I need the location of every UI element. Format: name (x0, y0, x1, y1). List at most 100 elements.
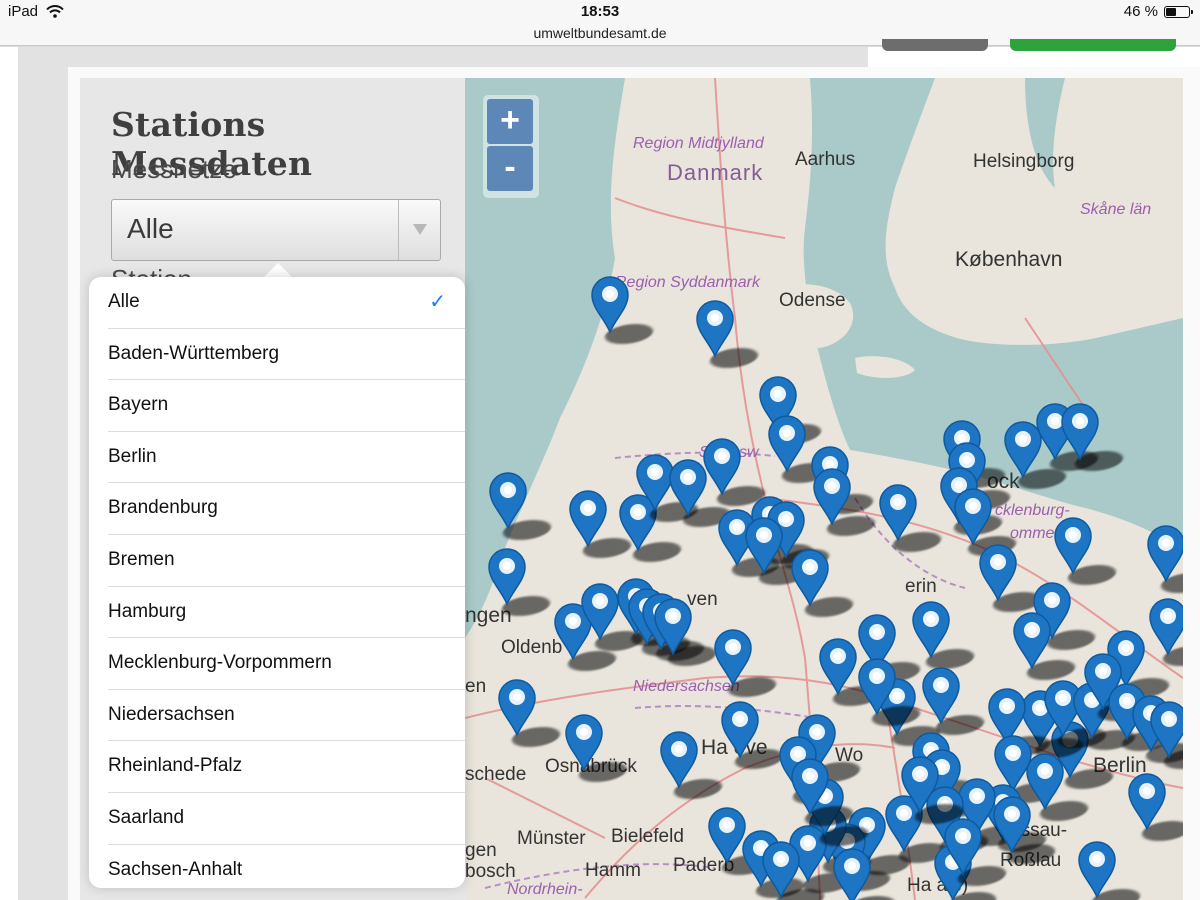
station-map[interactable]: Region Midtjylland Aarhus Danmark Helsin… (465, 78, 1183, 900)
station-marker-icon[interactable] (1060, 401, 1100, 461)
station-marker-icon[interactable] (790, 756, 830, 816)
dropdown-option[interactable]: Brandenburg (108, 483, 465, 535)
station-marker-icon[interactable] (992, 794, 1032, 854)
dropdown-option[interactable]: Mecklenburg-Vorpommern (108, 638, 465, 690)
chevron-down-icon[interactable] (398, 200, 440, 260)
station-marker-icon[interactable] (1148, 596, 1183, 656)
station-marker-icon[interactable] (713, 627, 753, 687)
station-marker-icon[interactable] (812, 466, 852, 526)
status-bar: iPad 18:53 46 % (0, 0, 1200, 24)
option-label: Saarland (108, 806, 185, 828)
option-label: Alle (108, 291, 140, 312)
station-marker-icon[interactable] (564, 712, 604, 772)
network-select-value[interactable]: Alle (127, 213, 174, 245)
checkmark-icon: ✓ (429, 291, 446, 313)
station-marker-icon[interactable] (818, 636, 858, 696)
header-button-grey[interactable] (882, 39, 988, 51)
station-marker-icon[interactable] (900, 754, 940, 814)
dropdown-option[interactable]: Baden-Württemberg (108, 329, 465, 381)
map-label-kobenhavn: København (955, 248, 1063, 271)
dropdown-option[interactable]: Rheinland-Pfalz (108, 741, 465, 793)
option-label: Rheinland-Pfalz (108, 755, 243, 777)
station-label: Station (111, 264, 192, 278)
station-marker-icon[interactable] (590, 274, 630, 334)
map-label-helsingborg: Helsingborg (973, 151, 1075, 172)
option-label: Mecklenburg-Vorpommern (108, 652, 332, 674)
option-label: Bremen (108, 548, 175, 570)
station-marker-icon[interactable] (653, 596, 693, 656)
option-label: Berlin (108, 445, 157, 467)
network-label: Messnetze (111, 154, 237, 184)
station-marker-icon[interactable] (695, 298, 735, 358)
station-marker-icon[interactable] (832, 846, 872, 900)
option-label: Baden-Württemberg (108, 342, 280, 364)
map-label-nordrhein: Nordrhein- (507, 881, 583, 898)
dropdown-option[interactable]: Hamburg (108, 587, 465, 639)
battery-icon (1164, 5, 1193, 18)
battery-percentage: 46 % (1123, 3, 1158, 20)
dropdown-option[interactable]: Niedersachsen (108, 690, 465, 742)
map-label-gen: gen (465, 840, 497, 861)
map-label-skane: Skåne län (1080, 201, 1152, 218)
url-domain[interactable]: umweltbundesamt.de (533, 25, 666, 41)
map-label-schede: schede (465, 764, 527, 785)
station-marker-icon[interactable] (1146, 523, 1183, 583)
dropdown-option[interactable]: Bayern (108, 380, 465, 432)
dropdown-option[interactable]: Saarland (108, 793, 465, 845)
station-marker-icon[interactable] (921, 665, 961, 725)
option-label: Hamburg (108, 600, 187, 622)
map-label-munster: Münster (517, 828, 586, 849)
station-marker-icon[interactable] (761, 839, 801, 899)
dropdown-option[interactable]: Sachsen-Anhalt (108, 845, 465, 888)
option-label: Bayern (108, 394, 169, 416)
clock: 18:53 (580, 3, 620, 20)
station-marker-icon[interactable] (878, 482, 918, 542)
map-label-region-midtjylland: Region Midtjylland (633, 135, 764, 152)
station-marker-icon[interactable] (978, 542, 1018, 602)
station-marker-icon[interactable] (1053, 515, 1093, 575)
station-marker-icon[interactable] (953, 486, 993, 546)
station-marker-icon[interactable] (702, 436, 742, 496)
station-marker-icon[interactable] (911, 599, 951, 659)
map-label-hamm: Hamm (585, 860, 641, 881)
battery-fill (1166, 7, 1177, 16)
option-label: Niedersachsen (108, 703, 235, 725)
network-dropdown: Alle ✓ Baden-Württemberg Bayern Berlin Br… (89, 277, 465, 888)
status-right: 46 % (1123, 3, 1193, 20)
zoom-control: + - (483, 95, 539, 198)
header-button-green[interactable] (1010, 39, 1176, 51)
station-marker-icon[interactable] (659, 729, 699, 789)
station-marker-icon[interactable] (857, 656, 897, 716)
dropdown-option[interactable]: Bremen (108, 535, 465, 587)
option-label: Sachsen-Anhalt (108, 858, 243, 880)
map-label-danmark: Danmark (667, 160, 764, 185)
station-marker-icon[interactable] (497, 677, 537, 737)
map-label-bielefeld: Bielefeld (611, 826, 684, 847)
station-marker-icon[interactable] (487, 546, 527, 606)
option-label: Brandenburg (108, 497, 218, 519)
popover-arrow (264, 263, 292, 277)
station-marker-icon[interactable] (1012, 610, 1052, 670)
map-label-region-syddanmark: Region Syddanmark (615, 274, 760, 291)
station-marker-icon[interactable] (744, 515, 784, 575)
station-marker-icon[interactable] (1149, 699, 1183, 759)
station-marker-icon[interactable] (1077, 839, 1117, 899)
map-label-bosch: bosch (465, 861, 516, 882)
map-label-schwerin: erin (905, 576, 937, 597)
station-marker-icon[interactable] (767, 413, 807, 473)
dropdown-option[interactable]: Alle ✓ (108, 277, 465, 329)
station-marker-icon[interactable] (790, 547, 830, 607)
station-marker-icon[interactable] (943, 816, 983, 876)
station-marker-icon[interactable] (488, 470, 528, 530)
map-label-odense: Odense (779, 290, 846, 311)
station-marker-icon[interactable] (720, 699, 760, 759)
station-marker-icon[interactable] (1127, 771, 1167, 831)
zoom-in-button[interactable]: + (487, 99, 533, 144)
map-label-aarhus: Aarhus (795, 149, 856, 170)
network-select[interactable]: Alle (111, 199, 441, 261)
station-marker-icon[interactable] (568, 488, 608, 548)
station-marker-icon[interactable] (580, 581, 620, 641)
zoom-out-button[interactable]: - (487, 146, 533, 191)
map-label-en: en (465, 676, 487, 697)
dropdown-option[interactable]: Berlin (108, 432, 465, 484)
